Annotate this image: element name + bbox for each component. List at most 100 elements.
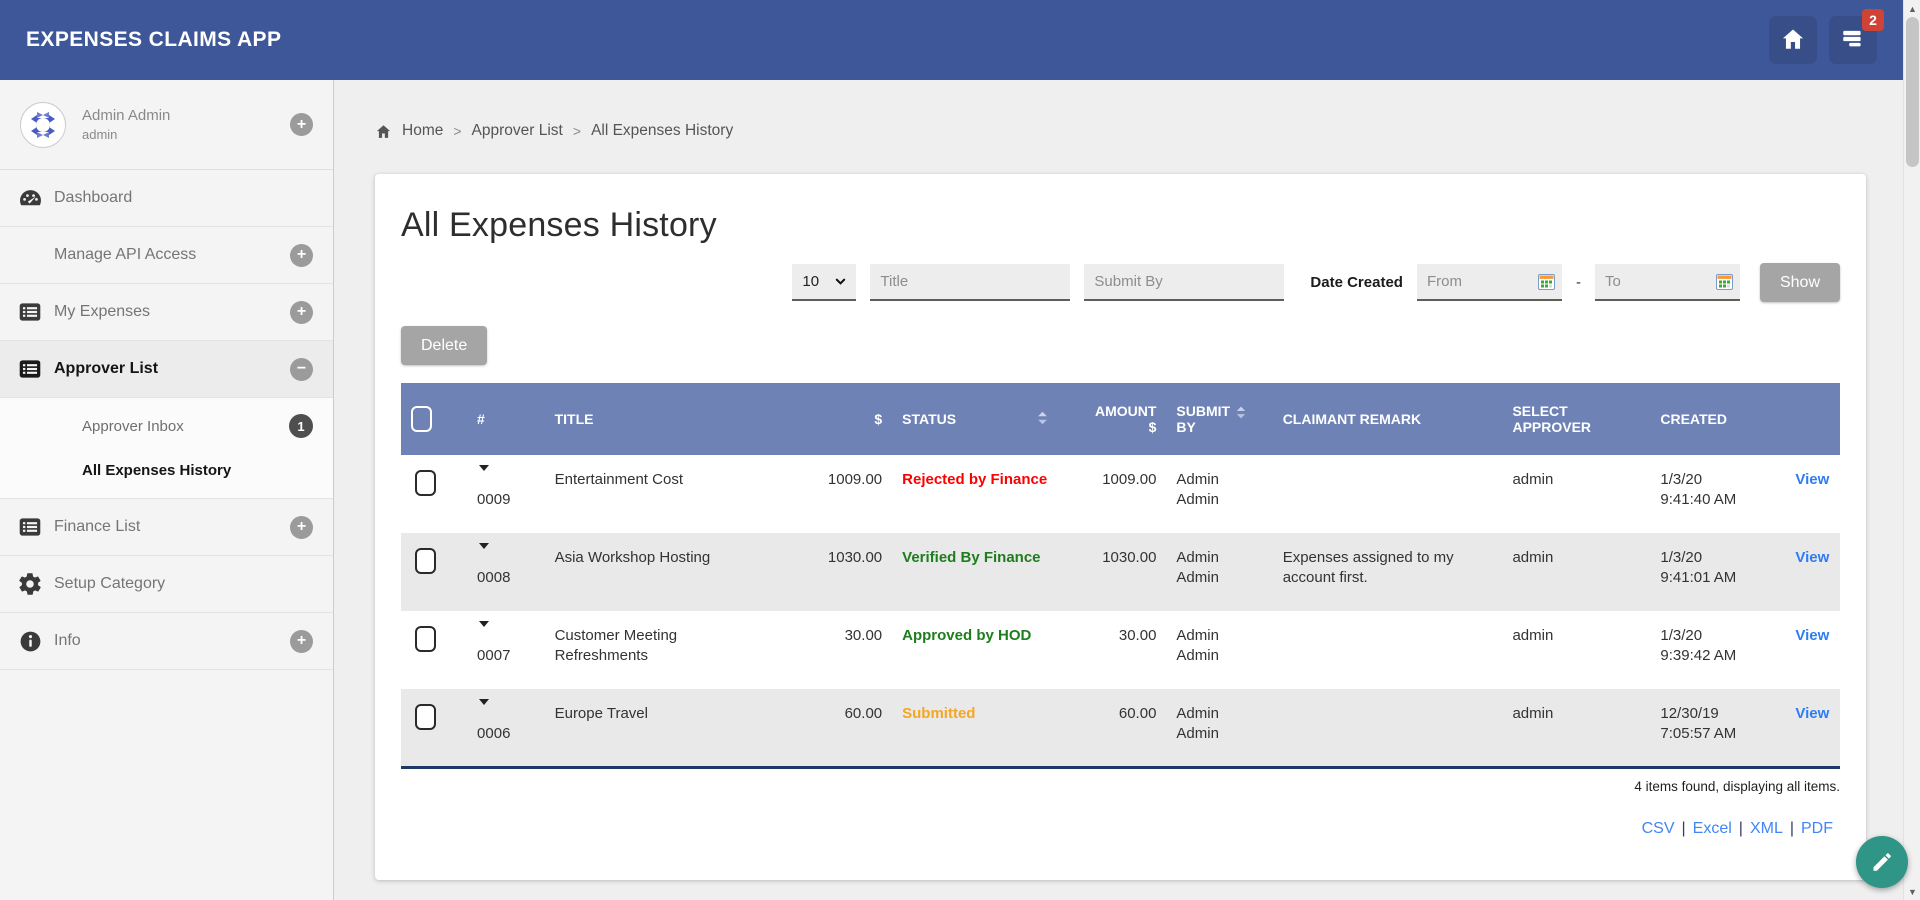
col-header-amount: AMOUNT$ bbox=[1063, 383, 1166, 455]
calendar-icon[interactable] bbox=[1538, 274, 1555, 294]
row-submit-by: Admin Admin bbox=[1166, 689, 1272, 767]
col-header-num: # bbox=[467, 383, 545, 455]
sidebar-item-my-expenses[interactable]: My Expenses + bbox=[0, 284, 333, 341]
export-pdf-link[interactable]: PDF bbox=[1801, 820, 1833, 837]
sidebar-item-label: Dashboard bbox=[54, 189, 132, 207]
row-checkbox[interactable] bbox=[415, 548, 436, 574]
breadcrumb-separator: > bbox=[573, 123, 581, 139]
sidebar-item-finance-list[interactable]: Finance List + bbox=[0, 499, 333, 556]
sort-icon[interactable] bbox=[1036, 410, 1049, 429]
row-checkbox[interactable] bbox=[415, 626, 436, 652]
user-block[interactable]: Admin Admin admin + bbox=[0, 80, 333, 170]
sort-icon[interactable] bbox=[1235, 405, 1247, 423]
avatar bbox=[20, 102, 66, 148]
row-title: Entertainment Cost bbox=[545, 455, 781, 533]
export-csv-link[interactable]: CSV bbox=[1642, 820, 1675, 837]
collapse-minus-icon[interactable]: − bbox=[290, 358, 313, 381]
inbox-count-badge: 1 bbox=[289, 414, 313, 438]
table-row: 0009 Entertainment Cost 1009.00 Rejected… bbox=[401, 455, 1840, 533]
scroll-up-arrow-icon[interactable]: ▲ bbox=[1904, 0, 1920, 17]
sidebar-item-all-expenses-history[interactable]: All Expenses History bbox=[0, 448, 333, 492]
col-header-title: TITLE bbox=[545, 383, 781, 455]
col-header-status-label: STATUS bbox=[902, 411, 956, 427]
export-xml-link[interactable]: XML bbox=[1750, 820, 1783, 837]
col-header-submit-label: SUBMITBY bbox=[1176, 403, 1230, 435]
status-badge: Approved by HOD bbox=[902, 627, 1031, 644]
home-button[interactable] bbox=[1769, 16, 1817, 64]
navbar-actions: 2 bbox=[1769, 16, 1877, 64]
show-button[interactable]: Show bbox=[1760, 263, 1840, 302]
row-submit-by: Admin Admin bbox=[1166, 455, 1272, 533]
vertical-scrollbar[interactable]: ▲ ▼ bbox=[1903, 0, 1920, 900]
row-remark: Expenses assigned to my account first. bbox=[1273, 533, 1503, 611]
pending-list-icon bbox=[1840, 26, 1866, 55]
sidebar-item-dashboard[interactable]: Dashboard bbox=[0, 170, 333, 227]
status-badge: Rejected by Finance bbox=[902, 471, 1047, 488]
row-expand-caret-icon[interactable] bbox=[479, 543, 489, 566]
gear-icon bbox=[16, 571, 44, 597]
info-icon bbox=[16, 629, 44, 654]
sidebar-item-info[interactable]: Info + bbox=[0, 613, 333, 670]
date-created-label: Date Created bbox=[1310, 274, 1403, 291]
breadcrumb-separator: > bbox=[453, 123, 461, 139]
row-created: 1/3/209:41:01 AM bbox=[1650, 533, 1785, 611]
export-separator: | bbox=[1790, 820, 1794, 837]
submit-by-filter-input[interactable] bbox=[1084, 264, 1284, 301]
view-link[interactable]: View bbox=[1795, 549, 1829, 566]
row-checkbox[interactable] bbox=[415, 470, 436, 496]
view-link[interactable]: View bbox=[1795, 627, 1829, 644]
expand-plus-icon[interactable]: + bbox=[290, 301, 313, 324]
row-expand-caret-icon[interactable] bbox=[479, 621, 489, 644]
sidebar-item-manage-api-access[interactable]: Manage API Access + bbox=[0, 227, 333, 284]
expenses-table: # TITLE $ STATUS AMOUNT$ bbox=[401, 383, 1840, 769]
view-link[interactable]: View bbox=[1795, 471, 1829, 488]
sidebar-item-label: Finance List bbox=[54, 518, 140, 536]
items-found-summary: 4 items found, displaying all items. bbox=[401, 779, 1840, 794]
sidebar-item-approver-inbox[interactable]: Approver Inbox 1 bbox=[0, 404, 333, 448]
select-all-checkbox[interactable] bbox=[411, 406, 432, 432]
col-header-created: CREATED bbox=[1650, 383, 1785, 455]
notification-badge: 2 bbox=[1862, 9, 1884, 31]
expand-plus-icon[interactable]: + bbox=[290, 630, 313, 653]
export-excel-link[interactable]: Excel bbox=[1693, 820, 1732, 837]
export-separator: | bbox=[1682, 820, 1686, 837]
delete-button[interactable]: Delete bbox=[401, 326, 487, 365]
scroll-down-arrow-icon[interactable]: ▼ bbox=[1904, 883, 1920, 900]
row-dollar: 1030.00 bbox=[780, 533, 892, 611]
sidebar-item-setup-category[interactable]: Setup Category bbox=[0, 556, 333, 613]
row-expand-caret-icon[interactable] bbox=[479, 699, 489, 722]
col-header-approver: SELECTAPPROVER bbox=[1502, 383, 1650, 455]
sidebar-item-label: Approver Inbox bbox=[82, 418, 184, 435]
breadcrumb-home[interactable]: Home bbox=[402, 122, 443, 140]
main-content: Home > Approver List > All Expenses Hist… bbox=[334, 80, 1903, 900]
pending-approvals-button[interactable]: 2 bbox=[1829, 16, 1877, 64]
row-checkbox[interactable] bbox=[415, 704, 436, 730]
row-expand-caret-icon[interactable] bbox=[479, 465, 489, 488]
home-icon bbox=[1780, 26, 1806, 55]
view-link[interactable]: View bbox=[1795, 705, 1829, 722]
breadcrumb-current: All Expenses History bbox=[591, 122, 733, 140]
title-filter-input[interactable] bbox=[870, 264, 1070, 301]
scrollbar-thumb[interactable] bbox=[1906, 17, 1919, 167]
calendar-icon[interactable] bbox=[1716, 274, 1733, 294]
sidebar-item-label: Info bbox=[54, 632, 81, 650]
status-badge: Submitted bbox=[902, 705, 975, 722]
col-header-dollar: $ bbox=[780, 383, 892, 455]
expand-plus-icon[interactable]: + bbox=[290, 516, 313, 539]
col-header-submit-by[interactable]: SUBMITBY bbox=[1166, 383, 1272, 455]
col-header-status[interactable]: STATUS bbox=[892, 383, 1063, 455]
sidebar-item-approver-list[interactable]: Approver List − bbox=[0, 341, 333, 398]
sidebar-item-label: Approver List bbox=[54, 360, 158, 378]
expand-plus-icon[interactable]: + bbox=[290, 244, 313, 267]
page-size-select[interactable]: 10 bbox=[792, 264, 856, 301]
row-remark bbox=[1273, 689, 1503, 767]
list-icon bbox=[16, 356, 44, 382]
edit-fab-button[interactable] bbox=[1856, 836, 1908, 888]
app-title: EXPENSES CLAIMS APP bbox=[26, 28, 281, 52]
row-amount: 1009.00 bbox=[1063, 455, 1166, 533]
user-expand-button[interactable]: + bbox=[290, 113, 313, 136]
row-created: 12/30/197:05:57 AM bbox=[1650, 689, 1785, 767]
row-id: 0009 bbox=[477, 490, 535, 510]
date-from-wrap bbox=[1417, 264, 1562, 301]
breadcrumb-approver-list[interactable]: Approver List bbox=[472, 122, 563, 140]
